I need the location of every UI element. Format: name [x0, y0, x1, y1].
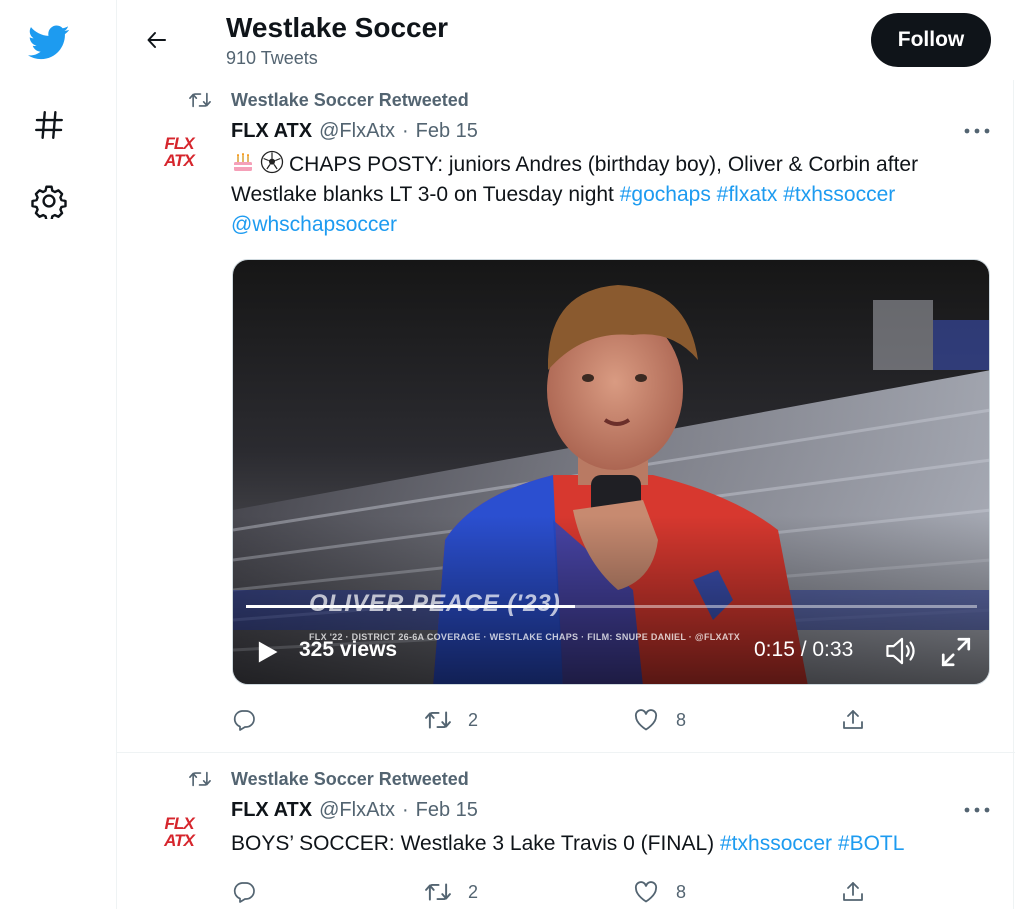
- video-player[interactable]: OLIVER PEACE ('23) FLX '22 · DISTRICT 26…: [232, 259, 990, 685]
- back-button[interactable]: [139, 22, 175, 58]
- like-button[interactable]: 8: [633, 705, 686, 735]
- meta-separator: ·: [401, 120, 409, 142]
- flx-atx-logo: FLX ATX: [164, 134, 195, 170]
- hashtag-link[interactable]: #txhssoccer: [720, 832, 832, 855]
- retweet-context-label: Westlake Soccer Retweeted: [231, 768, 469, 789]
- tweet-meta: FLX ATX @FlxAtx · Feb 15: [231, 799, 478, 822]
- share-icon: [840, 707, 866, 733]
- settings-link[interactable]: [26, 178, 72, 224]
- video-progress-bar[interactable]: [246, 605, 977, 608]
- play-icon[interactable]: [253, 638, 281, 666]
- retweet-icon: [425, 707, 451, 733]
- reply-icon: [231, 879, 257, 905]
- like-count: 8: [676, 709, 687, 730]
- hashtag-icon: [35, 111, 63, 139]
- avatar[interactable]: FLX ATX: [150, 803, 208, 861]
- retweet-context-label: Westlake Soccer Retweeted: [231, 89, 469, 110]
- tweet-text: CHAPS POSTY: juniors Andres (birthday bo…: [231, 150, 991, 240]
- heart-icon: [633, 707, 659, 733]
- tweet-meta: FLX ATX @FlxAtx · Feb 15: [231, 120, 478, 143]
- retweet-count: 2: [468, 709, 479, 730]
- profile-header: Westlake Soccer 910 Tweets Follow: [117, 0, 1015, 80]
- retweet-count: 2: [468, 881, 479, 902]
- share-button[interactable]: [840, 705, 866, 735]
- video-time: 0:15 / 0:33: [754, 638, 854, 661]
- meta-separator: ·: [401, 799, 409, 821]
- flx-atx-logo: FLX ATX: [164, 814, 195, 850]
- tweet-actions: 2 8: [231, 705, 991, 735]
- twitter-bird-icon: [28, 25, 70, 60]
- retweet-button[interactable]: 2: [425, 705, 478, 735]
- hashtag-link[interactable]: #gochaps: [620, 183, 711, 206]
- video-overlay-name: OLIVER PEACE ('23): [309, 590, 561, 617]
- birthday-cake-emoji: [234, 153, 252, 171]
- like-count: 8: [676, 881, 687, 902]
- mention-link[interactable]: @whschapsoccer: [231, 213, 397, 236]
- avatar[interactable]: FLX ATX: [150, 123, 208, 181]
- share-button[interactable]: [840, 877, 866, 907]
- profile-name: Westlake Soccer: [226, 12, 449, 43]
- arrow-left-icon: [147, 32, 166, 48]
- more-dots-icon: [964, 128, 990, 134]
- reply-button[interactable]: [231, 705, 274, 735]
- tweet-count: 910 Tweets: [226, 48, 318, 68]
- tweet-date[interactable]: Feb 15: [416, 120, 478, 143]
- share-icon: [840, 879, 866, 905]
- left-nav-rail: [0, 0, 116, 909]
- fullscreen-icon[interactable]: [939, 635, 973, 669]
- tweet[interactable]: Westlake Soccer Retweeted FLX ATX FLX ATX…: [117, 753, 1015, 909]
- tweet[interactable]: Westlake Soccer Retweeted FLX ATX FLX ATX…: [117, 80, 1015, 753]
- hashtag-link[interactable]: #BOTL: [838, 832, 905, 855]
- retweet-icon: [189, 767, 213, 791]
- follow-button[interactable]: Follow: [871, 13, 991, 67]
- author-name[interactable]: FLX ATX: [231, 120, 312, 143]
- reply-button[interactable]: [231, 877, 274, 907]
- timeline-column: Westlake Soccer 910 Tweets Follow Westla…: [116, 0, 1015, 909]
- tweet-date[interactable]: Feb 15: [416, 799, 478, 822]
- more-options-button[interactable]: [960, 800, 994, 820]
- retweet-icon: [425, 879, 451, 905]
- hashtag-link[interactable]: #flxatx: [717, 183, 778, 206]
- reply-icon: [231, 707, 257, 733]
- more-dots-icon: [964, 807, 990, 813]
- retweet-icon: [189, 88, 213, 112]
- retweet-context: Westlake Soccer Retweeted: [189, 767, 469, 791]
- soccer-ball-emoji: [260, 150, 284, 174]
- hashtag-link[interactable]: #txhssoccer: [783, 183, 895, 206]
- tweet-actions: 2 8: [231, 877, 991, 907]
- volume-icon[interactable]: [885, 636, 919, 666]
- like-button[interactable]: 8: [633, 877, 686, 907]
- heart-icon: [633, 879, 659, 905]
- video-view-count: 325 views: [299, 638, 398, 661]
- retweet-context: Westlake Soccer Retweeted: [189, 88, 469, 112]
- tweet-text: BOYS’ SOCCER: Westlake 3 Lake Travis 0 (…: [231, 829, 991, 859]
- author-name[interactable]: FLX ATX: [231, 799, 312, 822]
- more-options-button[interactable]: [960, 121, 994, 141]
- author-handle[interactable]: @FlxAtx: [319, 120, 395, 143]
- video-progress-fill: [246, 605, 575, 608]
- tweet-body: BOYS’ SOCCER: Westlake 3 Lake Travis 0 (…: [231, 832, 715, 855]
- twitter-logo-link[interactable]: [26, 20, 72, 66]
- explore-link[interactable]: [26, 102, 72, 148]
- page-scrollbar[interactable]: [1016, 0, 1031, 909]
- author-handle[interactable]: @FlxAtx: [319, 799, 395, 822]
- gear-icon: [31, 185, 67, 219]
- retweet-button[interactable]: 2: [425, 877, 478, 907]
- video-frame: [233, 260, 989, 684]
